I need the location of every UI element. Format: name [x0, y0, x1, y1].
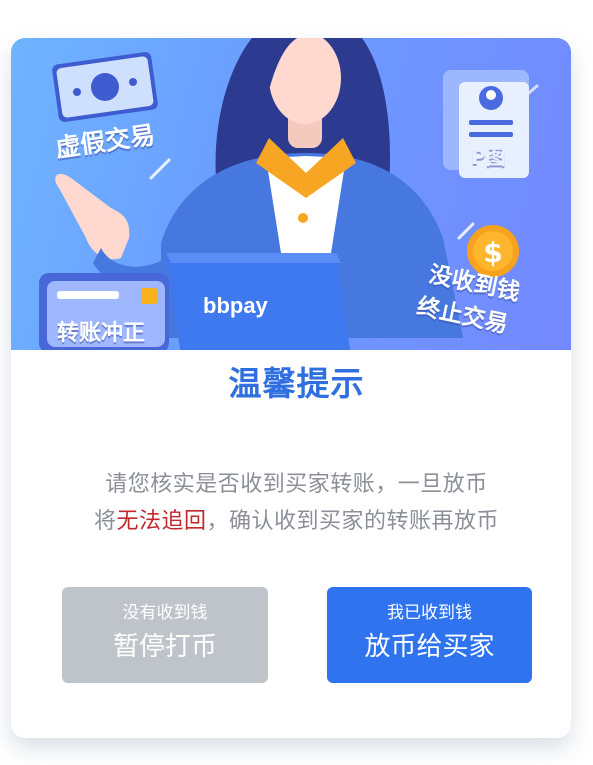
release-button-subtitle: 我已收到钱: [387, 603, 472, 623]
hero-illustration: $ 虚假交易 P图 转账冲正 没收到钱 终止交易 bbpay: [11, 38, 571, 363]
pause-button-subtitle: 没有收到钱: [122, 603, 208, 623]
release-button-label: 放币给买家: [364, 632, 495, 662]
svg-text:$: $: [483, 236, 502, 269]
release-to-buyer-button[interactable]: 我已收到钱 放币给买家: [327, 587, 532, 683]
dialog-message: 请您核实是否收到买家转账，一旦放币 将无法追回，确认收到买家的转账再放币: [0, 466, 593, 540]
pause-transfer-button[interactable]: 没有收到钱 暂停打币: [62, 587, 268, 683]
message-warning-text: 无法追回: [116, 509, 207, 534]
laptop-brand: bbpay: [203, 293, 268, 318]
message-line-2-prefix: 将: [93, 509, 117, 534]
message-line-2-suffix: ，确认收到买家的转账再放币: [206, 509, 500, 534]
message-line-2: 将无法追回，确认收到买家的转账再放币: [0, 503, 593, 540]
message-line-1: 请您核实是否收到买家转账，一旦放币: [105, 472, 488, 497]
dialog-title: 温馨提示: [228, 364, 365, 403]
shirt-button-1: [298, 185, 308, 195]
money-bill-icon: [52, 52, 158, 122]
pause-button-label: 暂停打币: [112, 632, 217, 662]
shirt-button-2: [298, 213, 308, 223]
tag-transfer-reversal: 转账冲正: [57, 321, 146, 346]
tag-p-image: P图: [471, 145, 506, 169]
